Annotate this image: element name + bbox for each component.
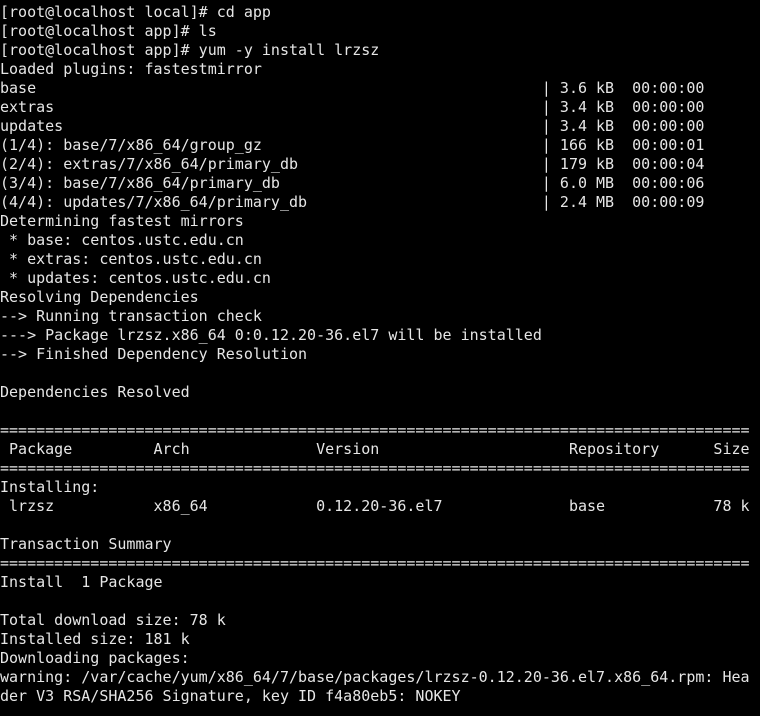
terminal-line: Install 1 Package — [0, 573, 163, 591]
terminal-line: Installing: — [0, 478, 100, 496]
terminal-line: base | 3.6 kB 00:00:00 — [0, 79, 705, 97]
terminal-line: (3/4): base/7/x86_64/primary_db | 6.0 MB… — [0, 174, 705, 192]
terminal-line: der V3 RSA/SHA256 Signature, key ID f4a8… — [0, 687, 461, 705]
terminal-line: warning: /var/cache/yum/x86_64/7/base/pa… — [0, 668, 750, 686]
terminal-line: [root@localhost app]# yum -y install lrz… — [0, 41, 380, 59]
terminal-line: * base: centos.ustc.edu.cn — [0, 231, 244, 249]
terminal-line: Loaded plugins: fastestmirror — [0, 60, 262, 78]
terminal-line: Resolving Dependencies — [0, 288, 199, 306]
terminal-line: ========================================… — [0, 459, 750, 477]
terminal-line: [root@localhost app]# ls — [0, 22, 217, 40]
terminal-line: extras | 3.4 kB 00:00:00 — [0, 98, 705, 116]
terminal-line: Transaction Summary — [0, 535, 172, 553]
terminal-line: lrzsz x86_64 0.12.20-36.el7 base 78 k — [0, 497, 750, 515]
terminal-line: Downloading packages: — [0, 649, 190, 667]
terminal-line: Installed size: 181 k — [0, 630, 190, 648]
terminal-line: Determining fastest mirrors — [0, 212, 244, 230]
terminal-line: (2/4): extras/7/x86_64/primary_db | 179 … — [0, 155, 705, 173]
terminal-line: --> Finished Dependency Resolution — [0, 345, 308, 363]
terminal-line: ========================================… — [0, 421, 750, 439]
terminal-line: --> Running transaction check — [0, 307, 262, 325]
terminal-line: Dependencies Resolved — [0, 383, 190, 401]
terminal-line: ---> Package lrzsz.x86_64 0:0.12.20-36.e… — [0, 326, 542, 344]
terminal-line: (1/4): base/7/x86_64/group_gz | 166 kB 0… — [0, 136, 705, 154]
terminal-line: updates | 3.4 kB 00:00:00 — [0, 117, 705, 135]
terminal-line: Total download size: 78 k — [0, 611, 226, 629]
terminal-line: (4/4): updates/7/x86_64/primary_db | 2.4… — [0, 193, 705, 211]
terminal-output[interactable]: [root@localhost local]# cd app [root@loca… — [0, 0, 760, 706]
terminal-line: Package Arch Version Repository Size — [0, 440, 750, 458]
terminal-line: * extras: centos.ustc.edu.cn — [0, 250, 262, 268]
terminal-line: * updates: centos.ustc.edu.cn — [0, 269, 271, 287]
terminal-line: ========================================… — [0, 554, 750, 572]
terminal-line: [root@localhost local]# cd app — [0, 3, 271, 21]
